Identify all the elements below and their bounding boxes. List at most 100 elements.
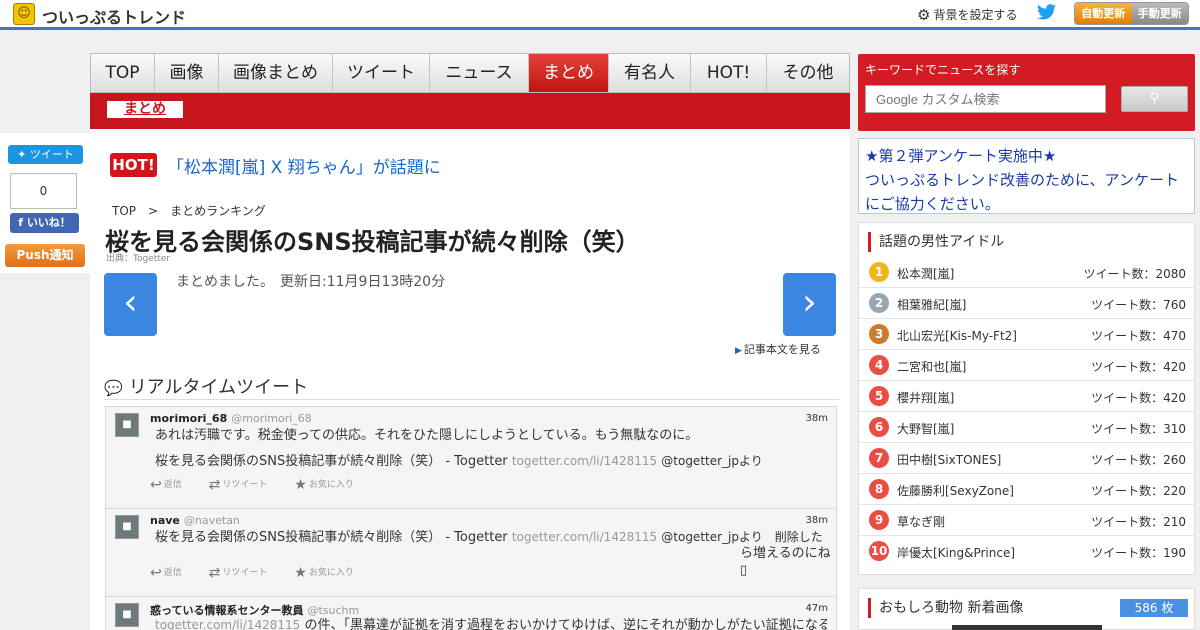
tab-tweets[interactable]: ツイート xyxy=(333,54,430,92)
ranking-row[interactable]: 7 田中樹[SixTONES] ツイート数：260 xyxy=(859,443,1194,474)
favorite-button[interactable]: ★ お気に入り xyxy=(294,565,366,581)
breadcrumb-top[interactable]: TOP xyxy=(112,204,136,218)
rank-count-label: ツイート数： xyxy=(1091,515,1164,529)
rank-name: 松本潤[嵐] xyxy=(897,267,955,281)
search-button[interactable]: ⚲ xyxy=(1121,86,1188,112)
ranking-row[interactable]: 6 大野智[嵐] ツイート数：310 xyxy=(859,412,1194,443)
rank-number: 9 xyxy=(869,510,889,530)
avatar[interactable]: ■ xyxy=(115,603,139,627)
subnav-matome[interactable]: まとめ xyxy=(107,101,183,118)
next-article-button[interactable]: › xyxy=(783,273,836,336)
retweet-icon: ⇄ xyxy=(208,477,221,493)
tweet-time: 38m xyxy=(805,515,828,526)
ranking-row[interactable]: 5 櫻井翔[嵐] ツイート数：420 xyxy=(859,381,1194,412)
tweet-share-label: ツイート xyxy=(29,148,74,161)
tweet-user[interactable]: morimori_68 @morimori_68 xyxy=(150,412,312,425)
tab-celebrities[interactable]: 有名人 xyxy=(609,54,691,92)
rank-count: ツイート数：210 xyxy=(1091,513,1186,530)
tweet-body: 桜を見る会関係のSNS投稿記事が続々削除（笑） - Togetter toget… xyxy=(155,529,823,546)
reply-button[interactable]: ↩ 返信 xyxy=(150,565,194,581)
prev-article-button[interactable]: ‹ xyxy=(104,273,157,336)
breadcrumb-separator: > xyxy=(148,204,159,218)
facebook-like-label: いいね！ xyxy=(26,216,71,229)
rank-name: 佐藤勝利[SexyZone] xyxy=(897,484,1014,498)
retweet-button[interactable]: ⇄ リツイート xyxy=(208,565,280,581)
facebook-like-button[interactable]: f いいね！ xyxy=(10,213,79,233)
search-input[interactable] xyxy=(865,85,1106,113)
tab-top[interactable]: TOP xyxy=(91,54,155,92)
tweet-body: あれは汚職です。税金使っての供応。それをひた隠しにしようとしている。もう無駄なの… xyxy=(155,428,699,443)
ranking-row[interactable]: 9 草なぎ剛 ツイート数：210 xyxy=(859,505,1194,536)
auto-update-button[interactable]: 自動更新 xyxy=(1075,3,1132,24)
rank-count-label: ツイート数： xyxy=(1091,422,1164,436)
top-header: ☺ ついっぷるトレンド ⚙ 背景を設定する 自動更新 手動更新 xyxy=(0,0,1200,30)
animal-thumbnail[interactable] xyxy=(952,625,1102,630)
rank-count-value: 470 xyxy=(1163,329,1186,343)
rank-count-label: ツイート数： xyxy=(1091,391,1164,405)
hot-topic-link[interactable]: 「松本潤[嵐] X 翔ちゃん」が話題に xyxy=(167,153,441,178)
tweet-user[interactable]: nave @navetan xyxy=(150,514,240,527)
rank-name: 櫻井翔[嵐] xyxy=(897,391,955,405)
rank-number: 7 xyxy=(869,448,889,468)
push-notification-button[interactable]: Push通知 xyxy=(5,244,85,267)
share-count: 0 xyxy=(10,173,77,209)
reply-button[interactable]: ↩ 返信 xyxy=(150,477,194,493)
logo-icon[interactable]: ☺ xyxy=(13,3,35,25)
tweet-body: togetter.com/li/1428115 の件、「黒幕達が証拠を消す過程を… xyxy=(155,617,827,630)
favorite-button[interactable]: ★ お気に入り xyxy=(294,477,366,493)
male-idol-ranking: 話題の男性アイドル 1 松本潤[嵐] ツイート数：2080 2 相葉雅紀[嵐] ツイート… xyxy=(858,222,1195,575)
survey-notice[interactable]: ★第２弾アンケート実施中★ ついっぷるトレンド改善のために、アンケートにご協力く… xyxy=(858,138,1195,214)
ranking-row[interactable]: 10 岸優太[King&Prince] ツイート数：190 xyxy=(859,536,1194,567)
tweet-share-button[interactable]: ✦ ツイート xyxy=(8,145,83,164)
rank-number: 3 xyxy=(869,324,889,344)
tab-matome[interactable]: まとめ xyxy=(529,54,609,92)
ranking-row[interactable]: 8 佐藤勝利[SexyZone] ツイート数：220 xyxy=(859,474,1194,505)
manual-update-button[interactable]: 手動更新 xyxy=(1131,3,1188,24)
rank-number: 5 xyxy=(869,386,889,406)
rank-count-value: 420 xyxy=(1163,391,1186,405)
ranking-row[interactable]: 4 二宮和也[嵐] ツイート数：420 xyxy=(859,350,1194,381)
tweet-item: ■ nave @navetan 38m 桜を見る会関係のSNS投稿記事が続々削除（… xyxy=(105,508,837,596)
rank-count-value: 760 xyxy=(1163,298,1186,312)
site-title[interactable]: ついっぷるトレンド xyxy=(42,4,186,28)
tab-others[interactable]: その他 xyxy=(767,54,849,92)
tweet-link[interactable]: togetter.com/li/1428115 xyxy=(512,530,657,544)
tweet-link[interactable]: togetter.com/li/1428115 xyxy=(512,454,657,468)
retweet-button[interactable]: ⇄ リツイート xyxy=(208,477,280,493)
read-article-link[interactable]: ▶ 記事本文を見る xyxy=(735,341,821,357)
twitter-bird-icon: ✦ xyxy=(17,148,30,161)
ranking-row[interactable]: 2 相葉雅紀[嵐] ツイート数：760 xyxy=(859,288,1194,319)
retweet-label: リツイート xyxy=(222,480,268,490)
breadcrumb-ranking[interactable]: まとめランキング xyxy=(170,204,266,218)
avatar[interactable]: ■ xyxy=(115,413,139,437)
tweet-item: ■ morimori_68 @morimori_68 38m あれは汚職です。税金… xyxy=(105,406,837,508)
search-label: キーワードでニュースを探す xyxy=(865,63,1021,77)
rank-number: 8 xyxy=(869,479,889,499)
rank-count-label: ツイート数： xyxy=(1091,453,1164,467)
tweet-body-line2: ら増えるのにね▯ xyxy=(740,546,831,578)
tab-image-matome[interactable]: 画像まとめ xyxy=(219,54,333,92)
tweet-link[interactable]: togetter.com/li/1428115 xyxy=(155,618,300,630)
ranking-row[interactable]: 3 北山宏光[Kis-My-Ft2] ツイート数：470 xyxy=(859,319,1194,350)
rank-name: 北山宏光[Kis-My-Ft2] xyxy=(897,329,1017,343)
animal-count-badge[interactable]: 586 枚 xyxy=(1120,599,1188,617)
rank-count: ツイート数：190 xyxy=(1091,544,1186,561)
retweet-icon: ⇄ xyxy=(208,565,221,581)
rank-count: ツイート数：470 xyxy=(1091,327,1186,344)
rank-count: ツイート数：260 xyxy=(1091,451,1186,468)
tweet-handle: @morimori_68 xyxy=(231,412,312,425)
tab-hot[interactable]: HOT! xyxy=(691,54,767,92)
twitter-bird-icon[interactable] xyxy=(1037,4,1056,25)
bg-setting-link[interactable]: ⚙ 背景を設定する xyxy=(917,6,1017,24)
tab-images[interactable]: 画像 xyxy=(155,54,219,92)
reply-icon: ↩ xyxy=(150,477,162,493)
tweet-user[interactable]: 惑っている情報系センター教員 @tsuchm xyxy=(150,602,359,618)
rank-count-value: 220 xyxy=(1163,484,1186,498)
rank-count-value: 260 xyxy=(1163,453,1186,467)
tab-news[interactable]: ニュース xyxy=(430,54,529,92)
rank-name: 岸優太[King&Prince] xyxy=(897,546,1016,560)
chevron-right-icon: › xyxy=(802,282,817,323)
tweet-text: の件、「黒幕達が証拠を消す過程をおいかけてゆけば、逆にそれが動かしがたい証拠にな… xyxy=(304,618,827,630)
avatar[interactable]: ■ xyxy=(115,515,139,539)
ranking-row[interactable]: 1 松本潤[嵐] ツイート数：2080 xyxy=(859,257,1194,288)
